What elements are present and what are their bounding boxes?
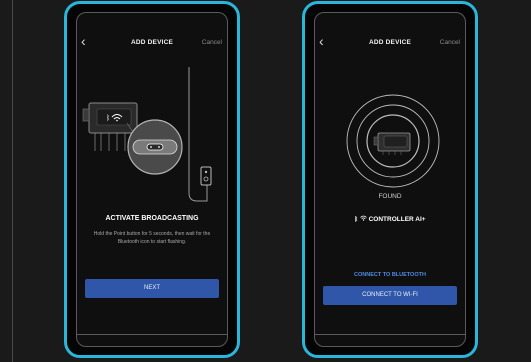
add-device-screen-found: ‹ ADD DEVICE Cancel FOUND ᛒ CONTROLLER A… [314,12,466,347]
found-status: FOUND [378,193,402,200]
cancel-button[interactable]: Cancel [440,39,460,46]
phone-left: ‹ ADD DEVICE Cancel ᛒ ACTIVATE BROADCAST… [64,1,240,358]
next-button[interactable]: NEXT [85,279,219,298]
cancel-button[interactable]: Cancel [202,39,222,46]
svg-text:ᛒ: ᛒ [106,114,110,122]
phone-right: ‹ ADD DEVICE Cancel FOUND ᛒ CONTROLLER A… [302,1,478,358]
bluetooth-icon: ᛒ [106,114,110,122]
device-name-row: ᛒ CONTROLLER AI+ [315,215,465,223]
bluetooth-icon: ᛒ [354,217,358,223]
wifi-icon [360,215,367,221]
add-device-screen-activate: ‹ ADD DEVICE Cancel ᛒ ACTIVATE BROADCAST… [76,12,228,347]
home-indicator-line [314,334,466,335]
connect-wifi-button[interactable]: CONNECT TO WI-FI [323,286,457,305]
instruction-text: Hold the Point button for 5 seconds, the… [93,231,211,245]
connect-bluetooth-button[interactable]: CONNECT TO BLUETOOTH [315,272,465,278]
left-divider-line [12,0,13,362]
navbar: ‹ ADD DEVICE Cancel [315,34,465,51]
activate-heading: ACTIVATE BROADCASTING [105,215,199,222]
found-illustration [346,94,440,188]
home-indicator-line [76,334,228,335]
power-outlet-icon [200,166,212,186]
activate-illustration: ᛒ [82,67,212,202]
device-name: CONTROLLER AI+ [368,216,426,223]
controller-device-icon [373,132,411,155]
point-button-icon [127,119,183,175]
navbar: ‹ ADD DEVICE Cancel [77,34,227,51]
